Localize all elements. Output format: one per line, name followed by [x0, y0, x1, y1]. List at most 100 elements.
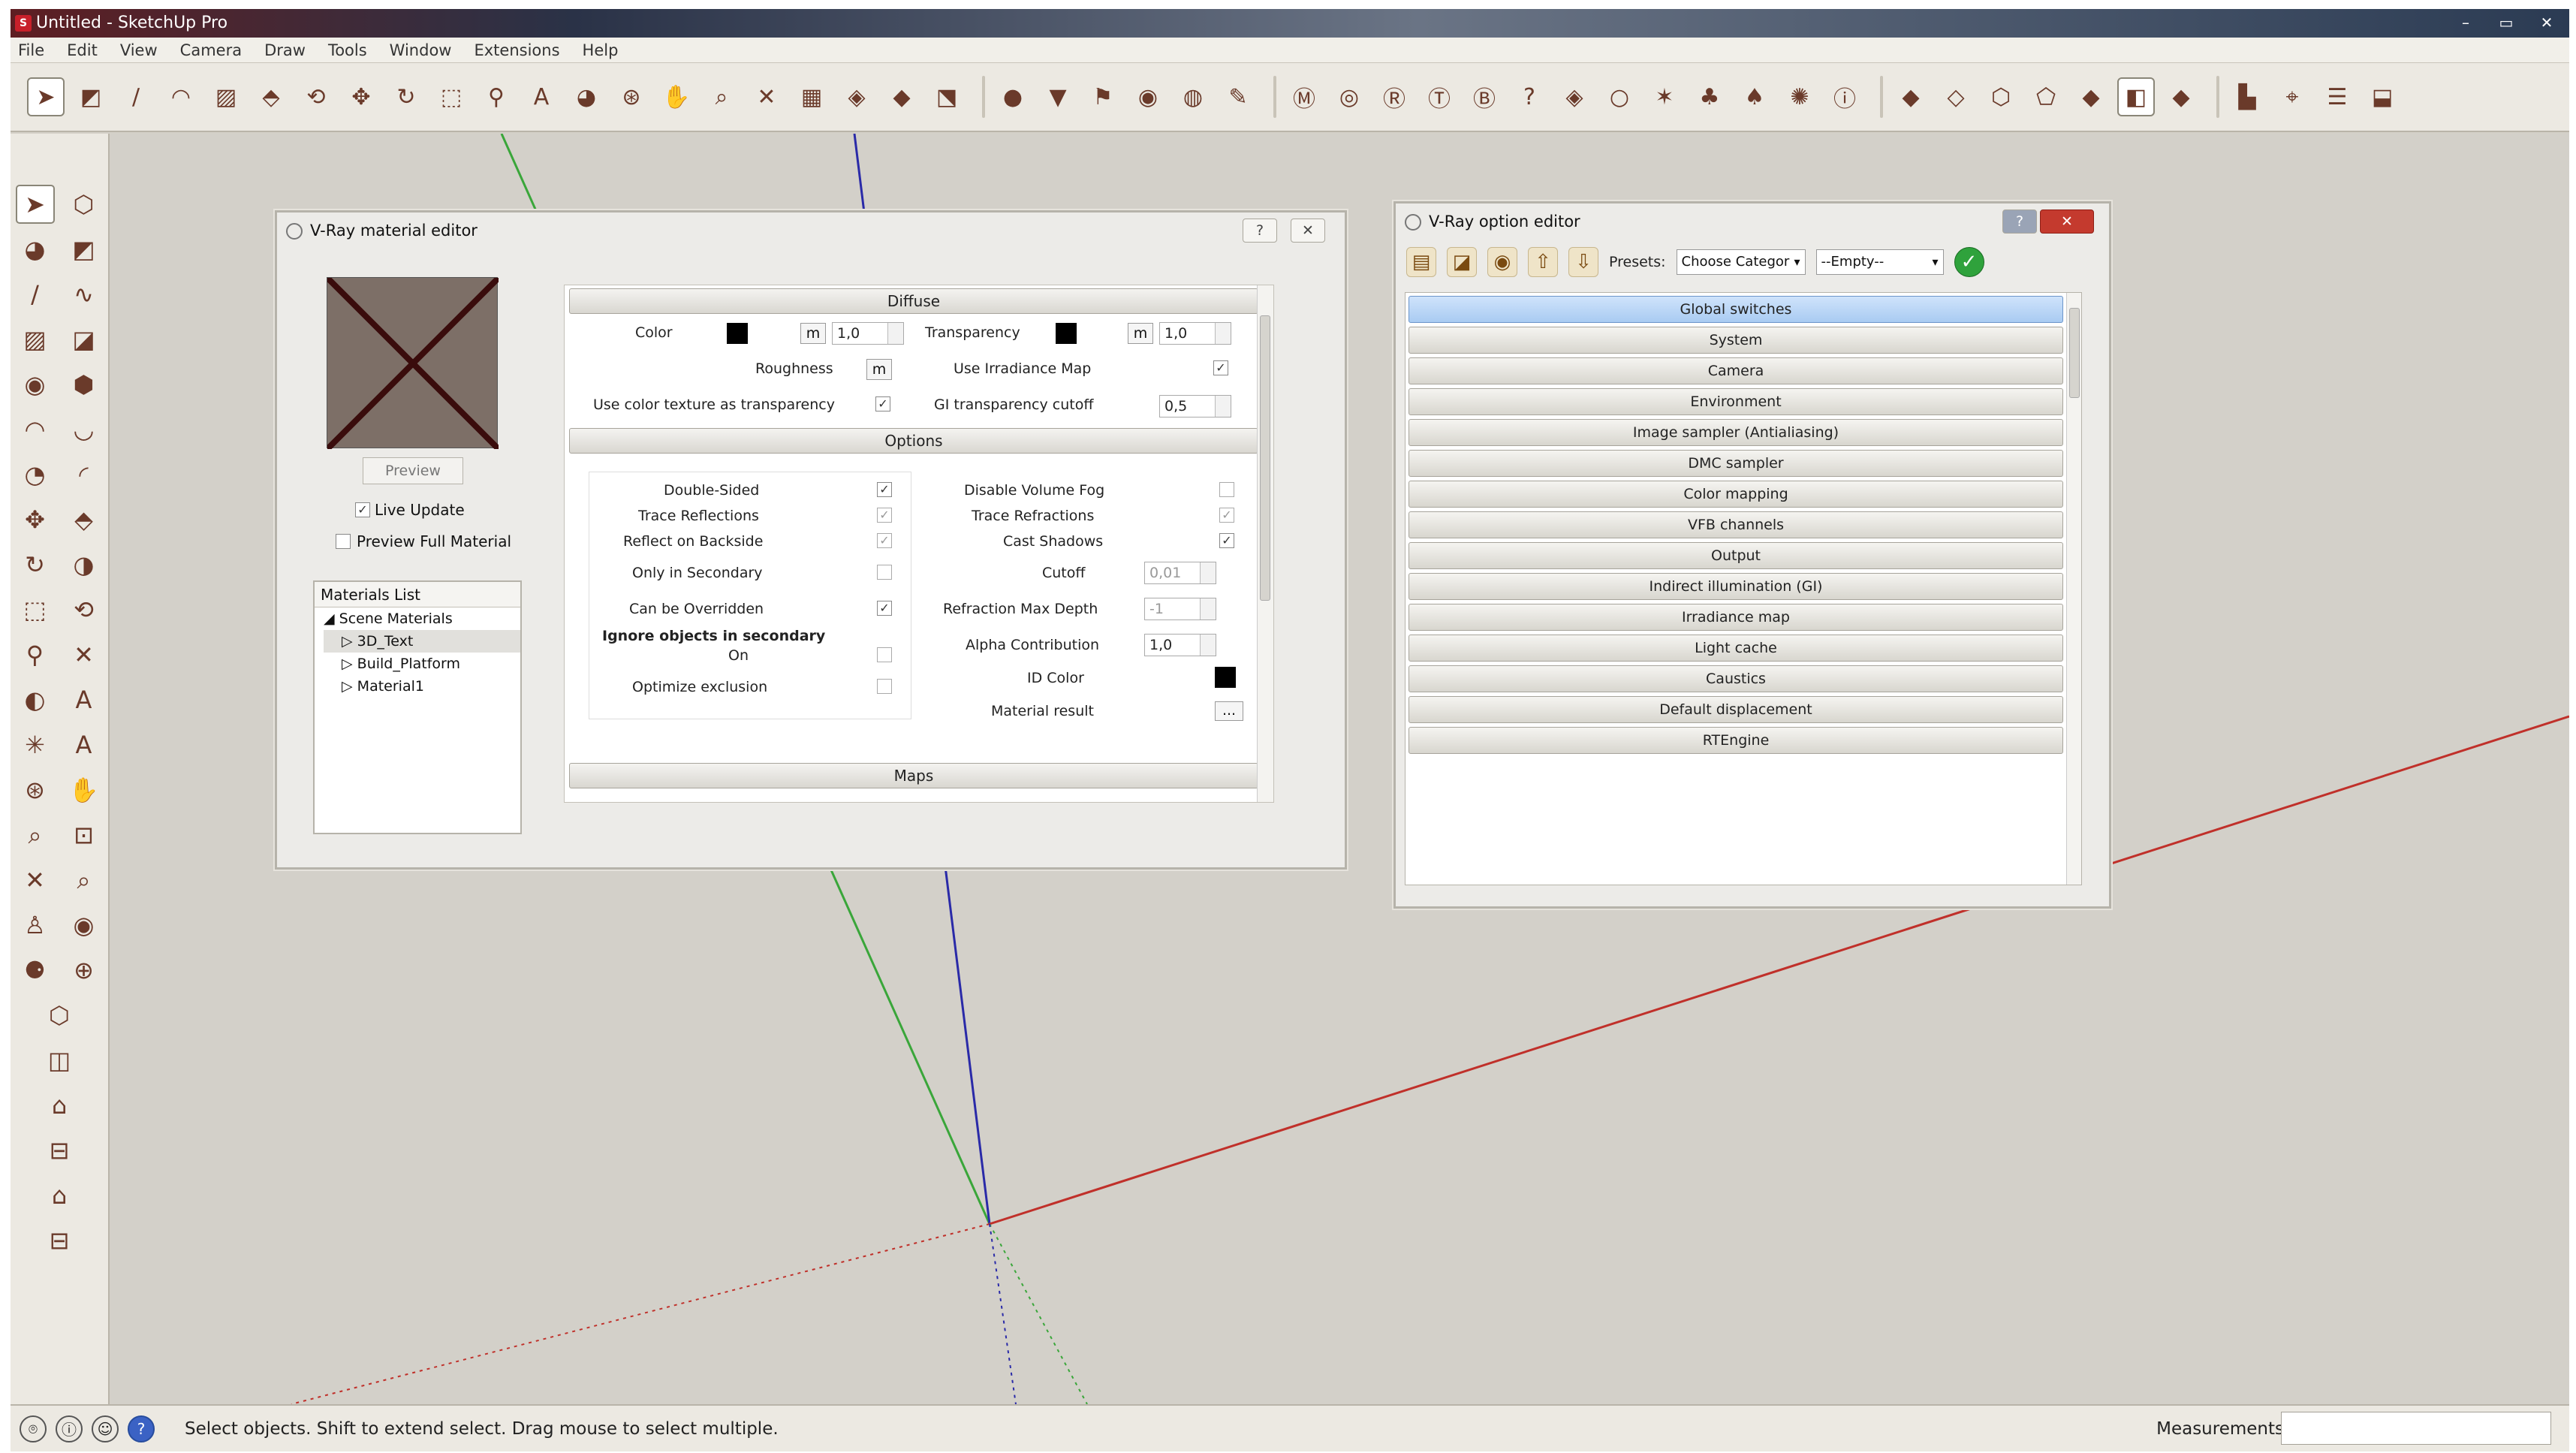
- model-viewport[interactable]: V-Ray material editor ? ✕ Preview ✓ Live…: [111, 134, 2569, 1404]
- sandbox-icon[interactable]: ▙: [2228, 77, 2266, 116]
- proxy-export-icon[interactable]: ♠: [1736, 77, 1773, 116]
- pie-icon[interactable]: ◔: [16, 455, 55, 494]
- render-icon[interactable]: Ⓡ: [1375, 77, 1413, 116]
- menu-view[interactable]: View: [120, 41, 158, 59]
- line-icon[interactable]: ∕: [117, 77, 155, 116]
- polygon-icon[interactable]: ⬢: [65, 365, 104, 404]
- sphere-light-icon[interactable]: ●: [994, 77, 1032, 116]
- scale-icon[interactable]: ⬚: [16, 590, 55, 629]
- 3d-text-icon[interactable]: A: [65, 725, 104, 764]
- preset-value-select[interactable]: --Empty--: [1815, 249, 1944, 275]
- option-editor-icon[interactable]: ◎: [1330, 77, 1368, 116]
- preset-category-select[interactable]: Choose Categor: [1676, 249, 1806, 275]
- download-icon[interactable]: ⇩: [1568, 247, 1598, 277]
- section-plane-icon[interactable]: ⊕: [65, 951, 104, 990]
- menu-window[interactable]: Window: [390, 41, 452, 59]
- menu-edit[interactable]: Edit: [67, 41, 98, 59]
- alpha-contribution-spinner[interactable]: 1,0: [1144, 634, 1216, 656]
- preview-button[interactable]: Preview: [363, 457, 463, 484]
- arc-icon[interactable]: ◠: [16, 410, 55, 449]
- info-icon[interactable]: ⓘ: [1826, 77, 1863, 116]
- option-default-displacement[interactable]: Default displacement: [1409, 696, 2063, 723]
- axes-icon[interactable]: ✳: [16, 725, 55, 764]
- color-amount-spinner[interactable]: 1,0: [832, 322, 904, 345]
- pan-icon[interactable]: ✋: [65, 770, 104, 809]
- rectangle-icon[interactable]: ▨: [207, 77, 245, 116]
- cast-shadows-checkbox[interactable]: ✓: [1219, 533, 1234, 548]
- live-update-checkbox[interactable]: ✓: [355, 502, 370, 517]
- tree-item-material1[interactable]: ▷ Material1: [324, 675, 520, 698]
- menu-draw[interactable]: Draw: [264, 41, 306, 59]
- help-icon[interactable]: ?: [128, 1415, 155, 1442]
- measurements-input[interactable]: [2281, 1412, 2551, 1445]
- orbit-icon[interactable]: ⊛: [16, 770, 55, 809]
- previous-view-icon[interactable]: ⌕: [65, 861, 104, 900]
- double-sided-checkbox[interactable]: ✓: [877, 482, 892, 497]
- maps-section-header[interactable]: Maps: [569, 763, 1258, 788]
- look-around-icon[interactable]: ◉: [65, 906, 104, 945]
- vfb-icon[interactable]: ◈: [1556, 77, 1593, 116]
- dimension-icon[interactable]: ✕: [65, 635, 104, 674]
- menu-camera[interactable]: Camera: [180, 41, 242, 59]
- freehand-icon[interactable]: ∿: [65, 275, 104, 314]
- rotate-icon[interactable]: ↻: [387, 77, 425, 116]
- menu-file[interactable]: File: [18, 41, 44, 59]
- section-icon[interactable]: ⬓: [2364, 77, 2401, 116]
- share-icon[interactable]: ⬔: [928, 77, 966, 116]
- batch-render-icon[interactable]: Ⓑ: [1466, 77, 1503, 116]
- back-view-icon[interactable]: ⌂: [40, 1176, 79, 1215]
- rt-render-icon[interactable]: Ⓣ: [1421, 77, 1458, 116]
- zoom-window-icon[interactable]: ⊡: [65, 815, 104, 855]
- iso-view-icon[interactable]: ⬡: [40, 996, 79, 1035]
- rotate-icon[interactable]: ↻: [16, 545, 55, 584]
- extension-icon[interactable]: ◆: [883, 77, 920, 116]
- cutoff-spinner[interactable]: 0,01: [1144, 562, 1216, 584]
- shaded-icon[interactable]: ◆: [2072, 77, 2110, 116]
- spot-light-icon[interactable]: ▼: [1039, 77, 1077, 116]
- pan-icon[interactable]: ✋: [658, 77, 695, 116]
- arc-icon[interactable]: ◠: [162, 77, 200, 116]
- color-map-button[interactable]: m: [800, 323, 826, 344]
- minimize-button[interactable]: –: [2449, 12, 2482, 33]
- option-caustics[interactable]: Caustics: [1409, 665, 2063, 692]
- transparency-map-button[interactable]: m: [1128, 323, 1153, 344]
- circle-icon[interactable]: ◉: [16, 365, 55, 404]
- text-icon[interactable]: A: [65, 680, 104, 719]
- pencil-icon[interactable]: ∕: [16, 275, 55, 314]
- menu-tools[interactable]: Tools: [328, 41, 367, 59]
- option-global-switches[interactable]: Global switches: [1409, 296, 2063, 323]
- tape-icon[interactable]: ⚲: [16, 635, 55, 674]
- left-view-icon[interactable]: ⊟: [40, 1221, 79, 1260]
- zoom-extents-icon[interactable]: ✕: [748, 77, 785, 116]
- option-output[interactable]: Output: [1409, 542, 2063, 569]
- help-button[interactable]: ?: [2002, 210, 2037, 234]
- option-rtengine[interactable]: RTEngine: [1409, 727, 2063, 754]
- ies-light-icon[interactable]: ⚑: [1084, 77, 1122, 116]
- user-icon[interactable]: ☺: [92, 1415, 119, 1442]
- hidden-line-icon[interactable]: ⬠: [2027, 77, 2065, 116]
- follow-me-icon[interactable]: ◑: [65, 545, 104, 584]
- scrollbar-thumb[interactable]: [1260, 315, 1270, 601]
- option-indirect-illumination[interactable]: Indirect illumination (GI): [1409, 573, 2063, 600]
- trace-refractions-checkbox[interactable]: ✓: [1219, 508, 1234, 523]
- transparency-swatch[interactable]: [1056, 323, 1077, 344]
- wireframe-icon[interactable]: ⬡: [1982, 77, 2020, 116]
- refraction-max-depth-spinner[interactable]: -1: [1144, 598, 1216, 620]
- option-camera[interactable]: Camera: [1409, 357, 2063, 384]
- option-irradiance-map[interactable]: Irradiance map: [1409, 604, 2063, 631]
- reset-icon[interactable]: ◉: [1487, 247, 1517, 277]
- zoom-icon[interactable]: ⌕: [703, 77, 740, 116]
- zoom-icon[interactable]: ⌕: [16, 815, 55, 855]
- eraser-icon[interactable]: ◩: [72, 77, 110, 116]
- protractor-icon[interactable]: ◐: [16, 680, 55, 719]
- move-icon[interactable]: ✥: [342, 77, 380, 116]
- geo-location-icon[interactable]: ⌾: [20, 1415, 47, 1442]
- top-view-icon[interactable]: ◫: [40, 1041, 79, 1080]
- select-tool-icon[interactable]: ➤: [27, 77, 65, 116]
- use-color-texture-checkbox[interactable]: ✓: [875, 396, 890, 411]
- option-vfb-channels[interactable]: VFB channels: [1409, 511, 2063, 538]
- credits-icon[interactable]: ⓘ: [56, 1415, 83, 1442]
- close-button[interactable]: ✕: [2040, 210, 2094, 234]
- diffuse-section-header[interactable]: Diffuse: [569, 288, 1258, 314]
- sun-icon[interactable]: ✺: [1781, 77, 1818, 116]
